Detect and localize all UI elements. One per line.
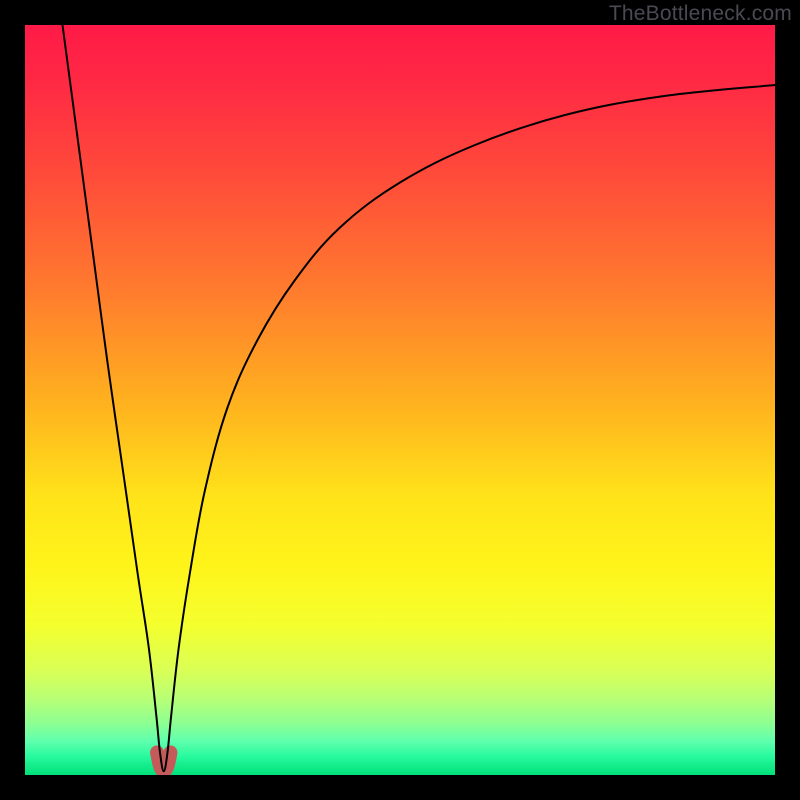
watermark-label: TheBottleneck.com xyxy=(609,2,792,26)
plot-background xyxy=(25,25,775,775)
chart-frame: TheBottleneck.com xyxy=(0,0,800,800)
plot-area xyxy=(25,25,775,775)
chart-svg xyxy=(25,25,775,775)
notch-highlight xyxy=(157,753,171,772)
